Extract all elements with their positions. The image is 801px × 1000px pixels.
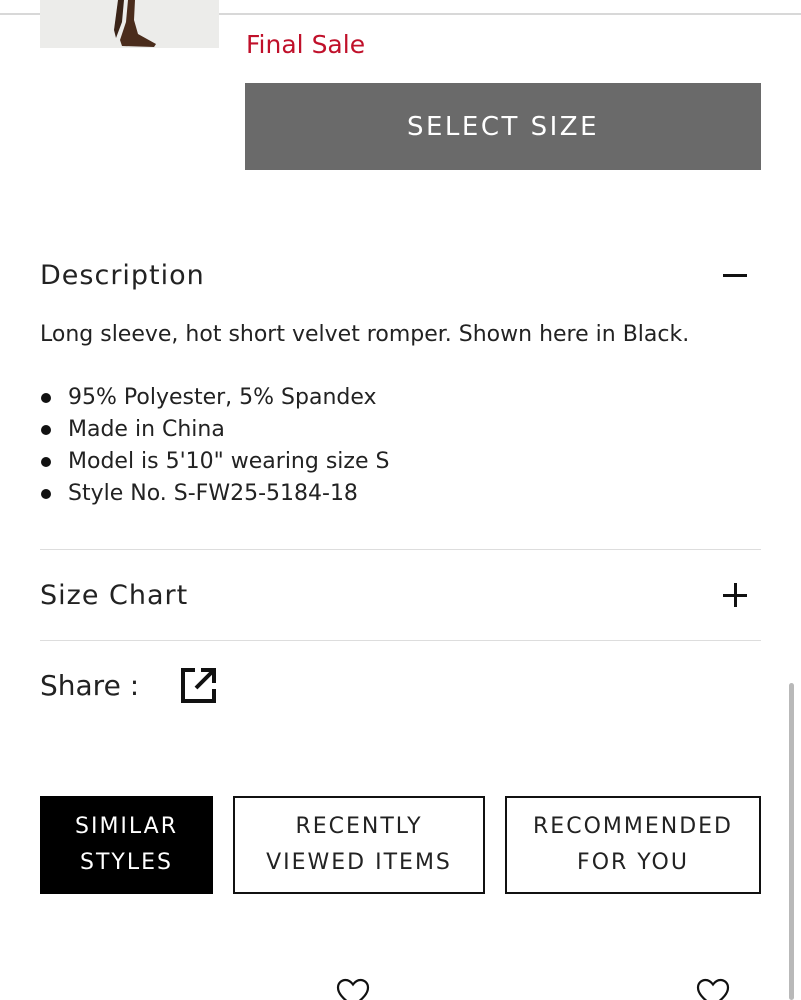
bullet-dot	[41, 425, 51, 435]
heart-icon[interactable]	[696, 978, 730, 1000]
product-detail-page: Final Sale SELECT SIZE Description Long …	[0, 0, 801, 1000]
tab-recently-viewed-items[interactable]: RECENTLY VIEWED ITEMS	[233, 796, 485, 894]
list-item: Style No. S-FW25-5184-18	[40, 478, 389, 510]
section-divider	[40, 549, 761, 550]
scrollbar[interactable]	[789, 683, 794, 1000]
description-accordion-header[interactable]: Description	[40, 255, 761, 295]
plus-icon[interactable]	[723, 582, 749, 608]
description-text: Long sleeve, hot short velvet romper. Sh…	[40, 322, 690, 347]
tab-label-line: FOR YOU	[577, 850, 689, 875]
list-item: Made in China	[40, 414, 389, 446]
tab-recommended-for-you[interactable]: RECOMMENDED FOR YOU	[505, 796, 761, 894]
tab-label-line: RECOMMENDED	[533, 814, 733, 839]
final-sale-label: Final Sale	[246, 30, 366, 59]
heart-icon[interactable]	[336, 978, 370, 1000]
bullet-text: Model is 5'10" wearing size S	[68, 449, 390, 474]
bullet-text: 95% Polyester, 5% Spandex	[68, 385, 377, 410]
size-chart-accordion-header[interactable]: Size Chart	[40, 575, 761, 615]
tab-label-line: SIMILAR	[74, 814, 179, 839]
tab-label-line: STYLES	[80, 850, 173, 875]
minus-icon[interactable]	[723, 262, 749, 288]
description-bullet-list: 95% Polyester, 5% Spandex Made in China …	[40, 382, 389, 510]
size-chart-title: Size Chart	[40, 579, 189, 611]
bullet-text: Made in China	[68, 417, 225, 442]
bullet-dot	[41, 393, 51, 403]
tab-similar-styles[interactable]: SIMILAR STYLES	[40, 796, 213, 894]
bullet-dot	[41, 489, 51, 499]
tab-label-line: VIEWED ITEMS	[266, 850, 452, 875]
select-size-button[interactable]: SELECT SIZE	[245, 83, 761, 170]
share-external-icon[interactable]	[179, 665, 219, 705]
product-image-feet	[114, 0, 156, 47]
bullet-dot	[41, 457, 51, 467]
list-item: Model is 5'10" wearing size S	[40, 446, 389, 478]
share-label: Share :	[40, 668, 140, 702]
share-row: Share :	[40, 660, 219, 710]
tab-label-line: RECENTLY	[295, 814, 423, 839]
description-title: Description	[40, 259, 205, 291]
recommendation-tabs: SIMILAR STYLES RECENTLY VIEWED ITEMS REC…	[40, 796, 761, 894]
list-item: 95% Polyester, 5% Spandex	[40, 382, 389, 414]
product-image[interactable]	[40, 0, 219, 48]
section-divider	[40, 640, 761, 641]
bullet-text: Style No. S-FW25-5184-18	[68, 481, 358, 506]
